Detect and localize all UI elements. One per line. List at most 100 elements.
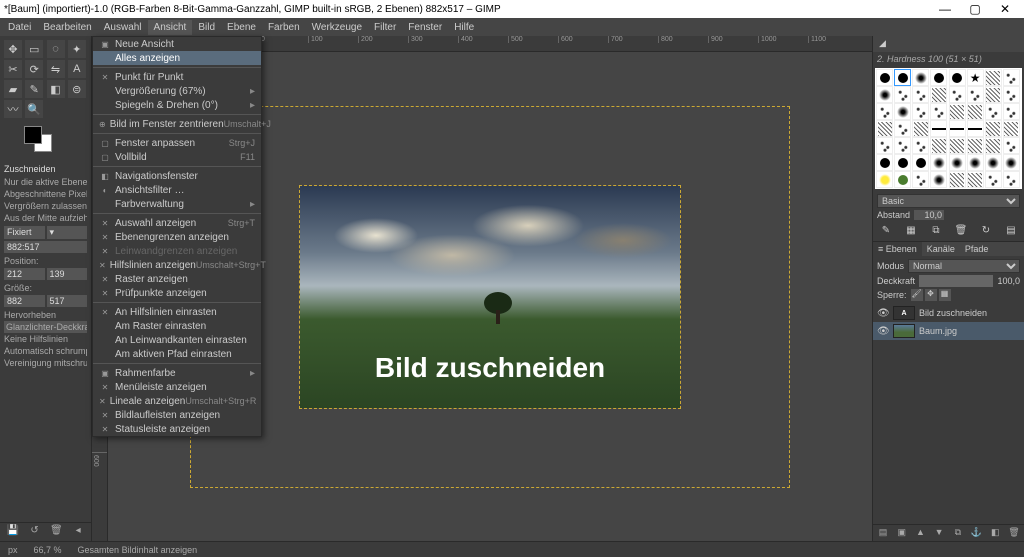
brush-preset[interactable]	[1003, 154, 1020, 171]
menu-item-auswahl-anzeigen[interactable]: ✕Auswahl anzeigenStrg+T	[93, 216, 261, 230]
menu-item-raster-anzeigen[interactable]: ✕Raster anzeigen	[93, 272, 261, 286]
menu-bearbeiten[interactable]: Bearbeiten	[37, 20, 97, 35]
menu-item-spiegeln-drehen-0-[interactable]: Spiegeln & Drehen (0°)▸	[93, 98, 261, 112]
brush-preset[interactable]	[876, 103, 893, 120]
fg-bg-color[interactable]	[4, 126, 87, 156]
brush-preset[interactable]	[967, 171, 984, 188]
fixed-value[interactable]: 882:517	[4, 241, 87, 253]
lower-layer-icon[interactable]: ▼	[933, 527, 945, 539]
tab-ebenen[interactable]: ≡ Ebenen	[873, 242, 922, 256]
brush-preset[interactable]	[912, 137, 929, 154]
fg-color-swatch[interactable]	[24, 126, 42, 144]
menu-item-an-hilfslinien-einrasten[interactable]: ✕An Hilfslinien einrasten	[93, 305, 261, 319]
menu-item-am-raster-einrasten[interactable]: Am Raster einrasten	[93, 319, 261, 333]
layer-name[interactable]: Baum.jpg	[919, 326, 957, 336]
menu-item-neue-ansicht[interactable]: ▣Neue Ansicht	[93, 37, 261, 51]
brush-preset[interactable]	[985, 120, 1002, 137]
edit-brush-icon[interactable]: ✎	[879, 223, 893, 237]
tool-option-checkbox[interactable]: Abgeschnittene Pixel löschen	[4, 188, 87, 200]
move-tool[interactable]: ✥	[4, 40, 22, 58]
rotate-tool[interactable]: ⟳	[25, 60, 43, 78]
minimize-button[interactable]: —	[930, 2, 960, 16]
menu-fenster[interactable]: Fenster	[402, 20, 448, 35]
brush-preset[interactable]	[949, 154, 966, 171]
refresh-brush-icon[interactable]: ↻	[979, 223, 993, 237]
menu-item-lineale-anzeigen[interactable]: ✕Lineale anzeigenUmschalt+Strg+R	[93, 394, 261, 408]
crop-selection[interactable]: Bild zuschneiden	[299, 185, 681, 409]
menu-item-am-aktiven-pfad-einrasten[interactable]: Am aktiven Pfad einrasten	[93, 347, 261, 361]
menu-item-fenster-anpassen[interactable]: ▢Fenster anpassenStrg+J	[93, 136, 261, 150]
fixed-dropdown[interactable]: ▾	[47, 226, 88, 239]
menu-auswahl[interactable]: Auswahl	[98, 20, 148, 35]
eraser-tool[interactable]: ◧	[47, 80, 65, 98]
zoom-tool[interactable]: 🔍	[25, 100, 43, 118]
canvas-image[interactable]: Bild zuschneiden	[300, 186, 680, 408]
brush-preset[interactable]	[894, 120, 911, 137]
brush-preset[interactable]	[894, 86, 911, 103]
brush-preset[interactable]	[985, 69, 1002, 86]
brush-preset[interactable]	[949, 86, 966, 103]
new-brush-icon[interactable]: ▦	[904, 223, 918, 237]
delete-options-icon[interactable]: 🗑	[49, 525, 63, 539]
menu-item-punkt-f-r-punkt[interactable]: ✕Punkt für Punkt	[93, 70, 261, 84]
brush-preset[interactable]	[1003, 69, 1020, 86]
brush-preset[interactable]	[876, 69, 893, 86]
menu-datei[interactable]: Datei	[2, 20, 37, 35]
brush-preset[interactable]	[912, 120, 929, 137]
layer-row[interactable]: 👁Baum.jpg	[873, 322, 1024, 340]
free-select-tool[interactable]: ◌	[47, 40, 65, 58]
brush-preset[interactable]	[985, 86, 1002, 103]
brush-preset[interactable]	[967, 120, 984, 137]
menu-item-men-leiste-anzeigen[interactable]: ✕Menüleiste anzeigen	[93, 380, 261, 394]
rect-select-tool[interactable]: ▭	[25, 40, 43, 58]
brush-preset[interactable]	[912, 171, 929, 188]
brush-preset[interactable]	[912, 154, 929, 171]
hervorheben-opt[interactable]: Hervorheben	[4, 309, 87, 321]
pos-x-field[interactable]: 212	[4, 268, 45, 280]
merge-shrink-opt[interactable]: Vereinigung mitschrumpfen	[4, 357, 87, 369]
brush-preset[interactable]	[1003, 120, 1020, 137]
brush-preset[interactable]	[1003, 103, 1020, 120]
brush-preset[interactable]	[894, 69, 911, 86]
clone-tool[interactable]: ⊜	[68, 80, 86, 98]
brush-preset[interactable]	[876, 120, 893, 137]
brush-preset[interactable]	[930, 69, 947, 86]
brush-preset[interactable]	[930, 120, 947, 137]
pencil-tool[interactable]: ✎	[25, 80, 43, 98]
crop-tool[interactable]: ✂	[4, 60, 22, 78]
status-unit[interactable]: px	[4, 545, 22, 555]
delete-brush-icon[interactable]: 🗑	[954, 223, 968, 237]
menu-item-statusleiste-anzeigen[interactable]: ✕Statusleiste anzeigen	[93, 422, 261, 436]
menu-item-hilfslinien-anzeigen[interactable]: ✕Hilfslinien anzeigenUmschalt+Strg+T	[93, 258, 261, 272]
close-button[interactable]: ✕	[990, 2, 1020, 16]
brush-preset[interactable]	[912, 86, 929, 103]
delete-layer-icon[interactable]: 🗑	[1008, 527, 1020, 539]
layer-thumbnail[interactable]	[893, 324, 915, 338]
raise-layer-icon[interactable]: ▲	[914, 527, 926, 539]
lock-position-icon[interactable]: ✥	[925, 289, 937, 301]
menu-item-bild-im-fenster-zentrieren[interactable]: ⊕Bild im Fenster zentrierenUmschalt+J	[93, 117, 261, 131]
mask-layer-icon[interactable]: ◧	[989, 527, 1001, 539]
brush-preset[interactable]	[949, 171, 966, 188]
brush-preset[interactable]	[930, 154, 947, 171]
layer-visibility-icon[interactable]: 👁	[877, 308, 889, 319]
brush-preset[interactable]	[876, 171, 893, 188]
open-brush-icon[interactable]: ▤	[1004, 223, 1018, 237]
menu-bild[interactable]: Bild	[192, 20, 221, 35]
duplicate-brush-icon[interactable]: ⧉	[929, 223, 943, 237]
brush-preset[interactable]	[967, 137, 984, 154]
restore-options-icon[interactable]: ↺	[28, 525, 42, 539]
tool-option-checkbox[interactable]: Vergrößern zulassen	[4, 200, 87, 212]
brush-preset[interactable]	[930, 103, 947, 120]
layer-row[interactable]: 👁ABild zuschneiden	[873, 304, 1024, 322]
size-w-field[interactable]: 882	[4, 295, 45, 307]
menu-item-pr-fpunkte-anzeigen[interactable]: ✕Prüfpunkte anzeigen	[93, 286, 261, 300]
brush-preset[interactable]	[985, 103, 1002, 120]
brushes-tab[interactable]: ◢	[873, 36, 892, 52]
tab-kanäle[interactable]: Kanäle	[922, 242, 960, 256]
merge-layer-icon[interactable]: ⚓	[971, 527, 983, 539]
status-zoom[interactable]: 66,7 %	[30, 545, 66, 555]
auto-shrink-opt[interactable]: Automatisch schrumpfen	[4, 345, 87, 357]
lock-alpha-icon[interactable]: ▦	[939, 289, 951, 301]
flip-tool[interactable]: ⇋	[47, 60, 65, 78]
